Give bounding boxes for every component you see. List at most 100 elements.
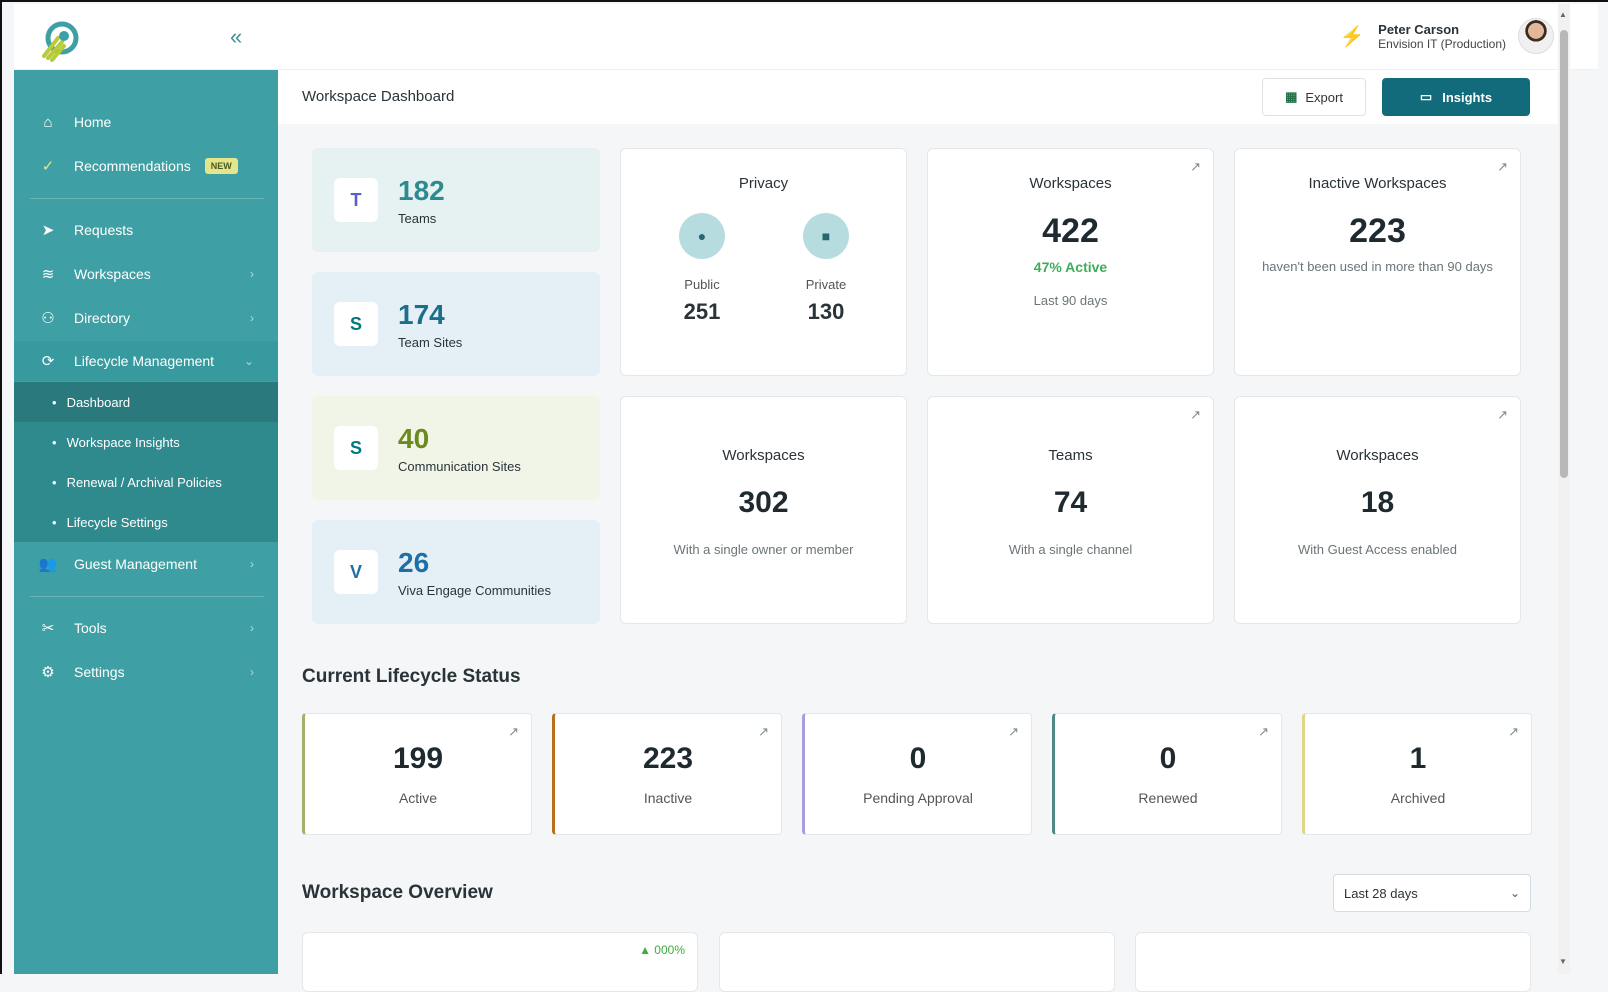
card-subtitle: Last 90 days bbox=[1033, 293, 1108, 308]
sidebar-item-directory[interactable]: ⚇ Directory › bbox=[14, 298, 278, 338]
workspaces-card[interactable]: ↗ Workspaces 422 47% Active Last 90 days bbox=[927, 148, 1214, 376]
user-menu[interactable]: ⚡ Peter Carson Envision IT (Production) bbox=[1338, 18, 1554, 54]
insights-label: Insights bbox=[1442, 89, 1493, 105]
sidebar-item-home[interactable]: ⌂ Home bbox=[14, 102, 278, 142]
lifecycle-card-renewed[interactable]: ↗ 0 Renewed bbox=[1052, 713, 1282, 835]
stat-value: 174 bbox=[398, 298, 445, 330]
chevron-right-icon: › bbox=[250, 557, 254, 571]
viva-engage-icon: V bbox=[334, 550, 378, 594]
guests-icon: 👥 bbox=[38, 556, 58, 573]
avatar[interactable] bbox=[1518, 18, 1554, 54]
stat-teams[interactable]: T 182 Teams bbox=[312, 148, 600, 252]
insights-button[interactable]: ▭ Insights bbox=[1382, 78, 1530, 116]
external-link-icon[interactable]: ↗ bbox=[1508, 724, 1519, 740]
date-range-select[interactable]: Last 28 days ⌄ bbox=[1333, 874, 1531, 912]
stat-value: 26 bbox=[398, 546, 430, 578]
external-link-icon[interactable]: ↗ bbox=[758, 724, 769, 740]
page-scrollbar[interactable]: ▲ ▼ bbox=[1558, 4, 1570, 974]
sidebar-subitem-dashboard[interactable]: • Dashboard bbox=[14, 382, 278, 422]
overview-card bbox=[719, 932, 1115, 992]
stat-label: Communication Sites bbox=[398, 458, 521, 474]
export-label: Export bbox=[1305, 89, 1343, 105]
paper-plane-icon: ➤ bbox=[41, 222, 55, 239]
sidebar-item-label: Guest Management bbox=[74, 556, 197, 572]
lifecycle-card-archived[interactable]: ↗ 1 Archived bbox=[1302, 713, 1532, 835]
sidebar-item-tools[interactable]: ✂ Tools › bbox=[14, 608, 278, 648]
card-subtitle: With a single channel bbox=[1008, 542, 1133, 557]
bullet-icon: • bbox=[52, 514, 57, 530]
sidebar-item-label: Tools bbox=[74, 620, 107, 636]
card-subtitle: With Guest Access enabled bbox=[1298, 542, 1457, 557]
workspace-overview-title: Workspace Overview bbox=[302, 882, 493, 903]
sidebar-subitem-lifecycle-settings[interactable]: • Lifecycle Settings bbox=[14, 502, 278, 542]
check-circle-icon: ✓ bbox=[41, 158, 55, 175]
scroll-down-icon[interactable]: ▼ bbox=[1559, 957, 1567, 966]
sidebar-item-workspaces[interactable]: ≋ Workspaces › bbox=[14, 254, 278, 294]
scroll-thumb[interactable] bbox=[1560, 30, 1568, 478]
inactive-workspaces-card[interactable]: ↗ Inactive Workspaces 223 haven't been u… bbox=[1234, 148, 1521, 376]
card-value: 302 bbox=[738, 486, 789, 519]
layers-icon: ≋ bbox=[41, 266, 55, 283]
sidebar-item-label: Settings bbox=[74, 664, 125, 680]
scroll-up-icon[interactable]: ▲ bbox=[1559, 10, 1567, 19]
card-title: Workspaces bbox=[722, 447, 805, 464]
card-value: 0 bbox=[909, 742, 927, 775]
export-button[interactable]: ▦ Export bbox=[1262, 78, 1366, 116]
external-link-icon[interactable]: ↗ bbox=[1190, 407, 1201, 423]
card-subtitle: With a single owner or member bbox=[673, 542, 854, 557]
active-percent: 47% Active bbox=[1033, 259, 1108, 275]
sidebar-subitem-workspace-insights[interactable]: • Workspace Insights bbox=[14, 422, 278, 462]
stat-communication-sites[interactable]: S 40 Communication Sites bbox=[312, 396, 600, 500]
external-link-icon[interactable]: ↗ bbox=[1258, 724, 1269, 740]
chart-icon: ▭ bbox=[1419, 89, 1433, 104]
card-label: Pending Approval bbox=[863, 790, 973, 806]
private-label: Private bbox=[805, 277, 847, 292]
card-label: Inactive bbox=[643, 790, 693, 806]
chevron-right-icon: › bbox=[250, 621, 254, 635]
sidebar-item-label: Requests bbox=[74, 222, 134, 238]
logo-icon[interactable] bbox=[38, 18, 82, 62]
collapse-sidebar-icon[interactable]: « bbox=[230, 24, 242, 50]
external-link-icon[interactable]: ↗ bbox=[1008, 724, 1019, 740]
card-title: Privacy bbox=[738, 175, 789, 192]
page-title: Workspace Dashboard bbox=[302, 88, 455, 105]
sidebar-item-guest-management[interactable]: 👥 Guest Management › bbox=[14, 544, 278, 584]
overview-card bbox=[1135, 932, 1531, 992]
lifecycle-card-inactive[interactable]: ↗ 223 Inactive bbox=[552, 713, 782, 835]
quick-actions-icon[interactable]: ⚡ bbox=[1338, 22, 1366, 50]
sidebar-item-requests[interactable]: ➤ Requests bbox=[14, 210, 278, 250]
external-link-icon[interactable]: ↗ bbox=[508, 724, 519, 740]
chevron-down-icon: ⌄ bbox=[1509, 886, 1520, 900]
external-link-icon[interactable]: ↗ bbox=[1497, 407, 1508, 423]
sidebar-subitem-label: Lifecycle Settings bbox=[66, 514, 168, 530]
stat-value: 182 bbox=[398, 174, 445, 206]
sidebar-divider bbox=[30, 198, 264, 199]
new-badge: NEW bbox=[204, 158, 238, 174]
stat-label: Viva Engage Communities bbox=[398, 582, 551, 598]
sidebar-item-lifecycle-management[interactable]: ⟳ Lifecycle Management ⌄ bbox=[14, 341, 278, 381]
card-label: Renewed bbox=[1138, 790, 1198, 806]
single-channel-card[interactable]: ↗ Teams 74 With a single channel bbox=[927, 396, 1214, 624]
lifecycle-card-pending-approval[interactable]: ↗ 0 Pending Approval bbox=[802, 713, 1032, 835]
user-info[interactable]: Peter Carson Envision IT (Production) bbox=[1378, 22, 1506, 51]
org-chart-icon: ⚇ bbox=[41, 310, 55, 327]
sidebar-subitem-renewal-archival-policies[interactable]: • Renewal / Archival Policies bbox=[14, 462, 278, 502]
card-value: 223 bbox=[1349, 212, 1406, 250]
sidebar-item-label: Workspaces bbox=[74, 266, 151, 282]
card-label: Archived bbox=[1390, 790, 1446, 806]
single-owner-card: Workspaces 302 With a single owner or me… bbox=[620, 396, 907, 624]
sidebar-divider bbox=[30, 596, 264, 597]
external-link-icon[interactable]: ↗ bbox=[1190, 159, 1201, 175]
external-link-icon[interactable]: ↗ bbox=[1497, 159, 1508, 175]
sidebar: ⌂ Home ✓ Recommendations NEW ➤ Requests … bbox=[14, 70, 278, 974]
sidebar-item-settings[interactable]: ⚙ Settings › bbox=[14, 652, 278, 692]
user-name: Peter Carson bbox=[1378, 21, 1460, 37]
lifecycle-card-active[interactable]: ↗ 199 Active bbox=[302, 713, 532, 835]
stat-team-sites[interactable]: S 174 Team Sites bbox=[312, 272, 600, 376]
stat-value: 40 bbox=[398, 422, 430, 454]
card-value: 199 bbox=[392, 742, 444, 775]
sidebar-item-recommendations[interactable]: ✓ Recommendations NEW bbox=[14, 146, 278, 186]
public-label: Public bbox=[684, 277, 720, 292]
stat-viva-engage[interactable]: V 26 Viva Engage Communities bbox=[312, 520, 600, 624]
guest-access-card[interactable]: ↗ Workspaces 18 With Guest Access enable… bbox=[1234, 396, 1521, 624]
